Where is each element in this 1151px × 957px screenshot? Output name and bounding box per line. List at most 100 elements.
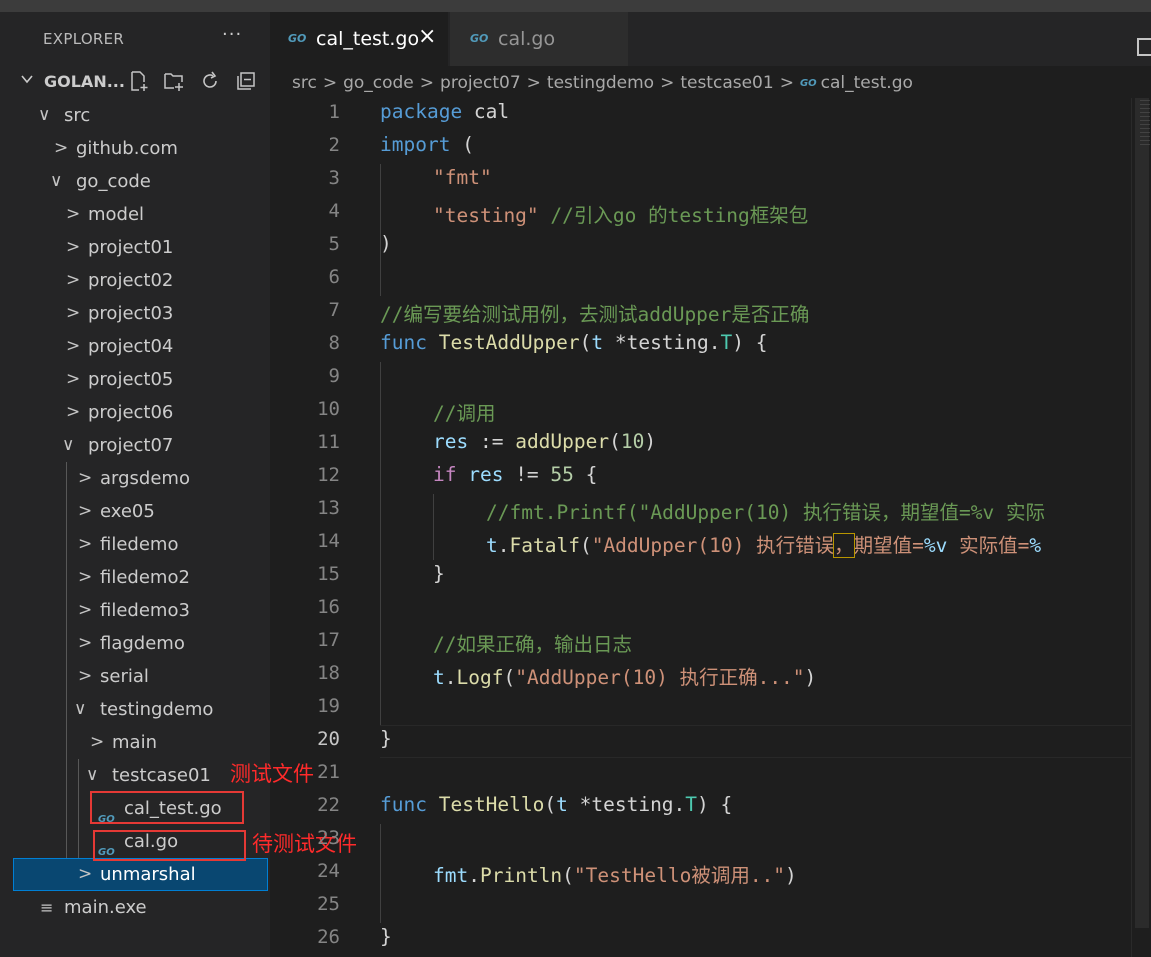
collapse-all-icon[interactable] [235,70,257,92]
chevron-down-icon: ∨ [86,765,99,785]
tree-folder-filedemo[interactable]: > filedemo [0,528,270,561]
chevron-right-icon: > [66,270,81,290]
go-file-icon: GO [799,78,817,89]
chevron-right-icon: > [78,600,93,620]
editor-scrollbar[interactable] [1131,98,1151,957]
tree-folder-testingdemo[interactable]: ∨ testingdemo [0,693,270,726]
line-number: 15 [317,563,340,585]
tree-folder-exe05[interactable]: > exe05 [0,495,270,528]
tree-folder-go-code[interactable]: ∨ go_code [0,165,270,198]
tree-folder-src[interactable]: ∨ src [0,99,270,132]
code-line-2: import ( [380,133,474,156]
tree-folder-project05[interactable]: > project05 [0,363,270,396]
breadcrumb-item[interactable]: src [292,73,317,93]
minimap[interactable] [1140,100,1150,148]
string-literal: "AddUpper(10) 执行正确..." [515,666,805,689]
tree-folder-project03[interactable]: > project03 [0,297,270,330]
breadcrumb-separator: > [660,73,675,93]
code-editor[interactable]: 1 2 3 4 5 6 7 8 9 10 11 12 13 14 15 16 1… [270,98,1131,957]
function-name: addUpper [515,430,610,453]
tree-folder-project06[interactable]: > project06 [0,396,270,429]
type-name: T [720,331,733,354]
code-text: ) [804,666,817,689]
function-name: TestHello [438,793,545,816]
tab-cal-go[interactable]: GO cal.go [450,12,628,66]
tree-folder-filedemo2[interactable]: > filedemo2 [0,561,270,594]
chevron-right-icon: > [66,336,81,356]
code-line-18: t.Logf("AddUpper(10) 执行正确...") [433,661,816,690]
chevron-down-icon[interactable] [20,72,34,90]
line-number: 12 [317,464,340,486]
tree-item-label: exe05 [100,501,155,522]
code-line-20: } [380,727,392,750]
new-file-icon[interactable] [128,70,150,92]
close-icon[interactable]: × [418,24,436,49]
breadcrumb-item[interactable]: testcase01 [680,73,773,93]
tab-cal-test-go[interactable]: GO cal_test.go × [270,12,448,66]
code-line-8: func TestAddUpper(t *testing.T) { [380,331,768,354]
breadcrumb-item[interactable]: project07 [440,73,521,93]
tree-item-label: model [88,204,145,225]
breadcrumb-item[interactable]: go_code [343,73,414,93]
tree-item-label: filedemo3 [100,600,190,621]
file-lines-icon: ≡ [40,898,54,917]
chevron-right-icon: > [66,204,81,224]
chevron-right-icon: > [54,138,69,158]
indent-guide [380,824,381,923]
tree-item-label: src [64,105,91,126]
tree-folder-argsdemo[interactable]: > argsdemo [0,462,270,495]
tree-folder-main[interactable]: > main [0,726,270,759]
keyword: if [433,463,457,486]
go-file-icon: GO [288,32,307,45]
tree-item-label: go_code [76,171,151,192]
workspace-name: GOLAN... [44,72,125,91]
chevron-right-icon: > [78,468,93,488]
code-text: *testing. [567,793,686,816]
tree-folder-github[interactable]: > github.com [0,132,270,165]
tree-item-label: argsdemo [100,468,190,489]
tree-folder-flagdemo[interactable]: > flagdemo [0,627,270,660]
tree-file-main-exe[interactable]: ≡ main.exe [0,891,270,924]
chevron-right-icon: > [78,666,93,686]
tree-folder-serial[interactable]: > serial [0,660,270,693]
tree-folder-model[interactable]: > model [0,198,270,231]
variable: res [456,463,504,486]
operator: := [468,430,516,453]
tree-folder-filedemo3[interactable]: > filedemo3 [0,594,270,627]
refresh-icon[interactable] [199,70,221,92]
new-folder-icon[interactable] [163,70,185,92]
code-line-15: } [433,562,445,585]
code-text: } [380,727,392,750]
line-number: 3 [328,167,340,189]
function-name: TestAddUpper [438,331,580,354]
split-editor-icon[interactable] [1137,38,1151,56]
tree-folder-project07[interactable]: ∨ project07 [0,429,270,462]
tree-folder-unmarshal[interactable]: > unmarshal [13,858,268,891]
code-text: ( [562,864,574,887]
variable: t [433,666,445,689]
tree-item-label: project01 [88,237,174,258]
tree-item-label: project03 [88,303,174,324]
scrollbar-thumb[interactable] [1135,98,1149,928]
tab-label: cal_test.go [316,28,420,50]
tree-item-label: github.com [76,138,178,159]
annotation-box-file-under-test [93,830,246,861]
tree-folder-project01[interactable]: > project01 [0,231,270,264]
title-bar-strip [0,0,1151,12]
tree-item-label: project05 [88,369,174,390]
code-line-7: //编写要给测试用例，去测试addUpper是否正确 [380,298,809,327]
line-number: 7 [328,299,340,321]
breadcrumb-separator: > [322,73,338,93]
workspace-section[interactable]: GOLAN... [0,68,270,96]
breadcrumb-item[interactable]: testingdemo [547,73,654,93]
tree-folder-project04[interactable]: > project04 [0,330,270,363]
tree-item-label: project07 [88,435,174,456]
code-line-1: package cal [380,100,509,123]
explorer-header: EXPLORER ··· [0,12,270,64]
more-actions-icon[interactable]: ··· [222,24,242,45]
breadcrumb-file[interactable]: cal_test.go [821,73,913,93]
chevron-down-icon: ∨ [38,105,51,125]
code-text: ) [380,232,392,255]
tree-folder-project02[interactable]: > project02 [0,264,270,297]
function-name: Logf [456,666,504,689]
